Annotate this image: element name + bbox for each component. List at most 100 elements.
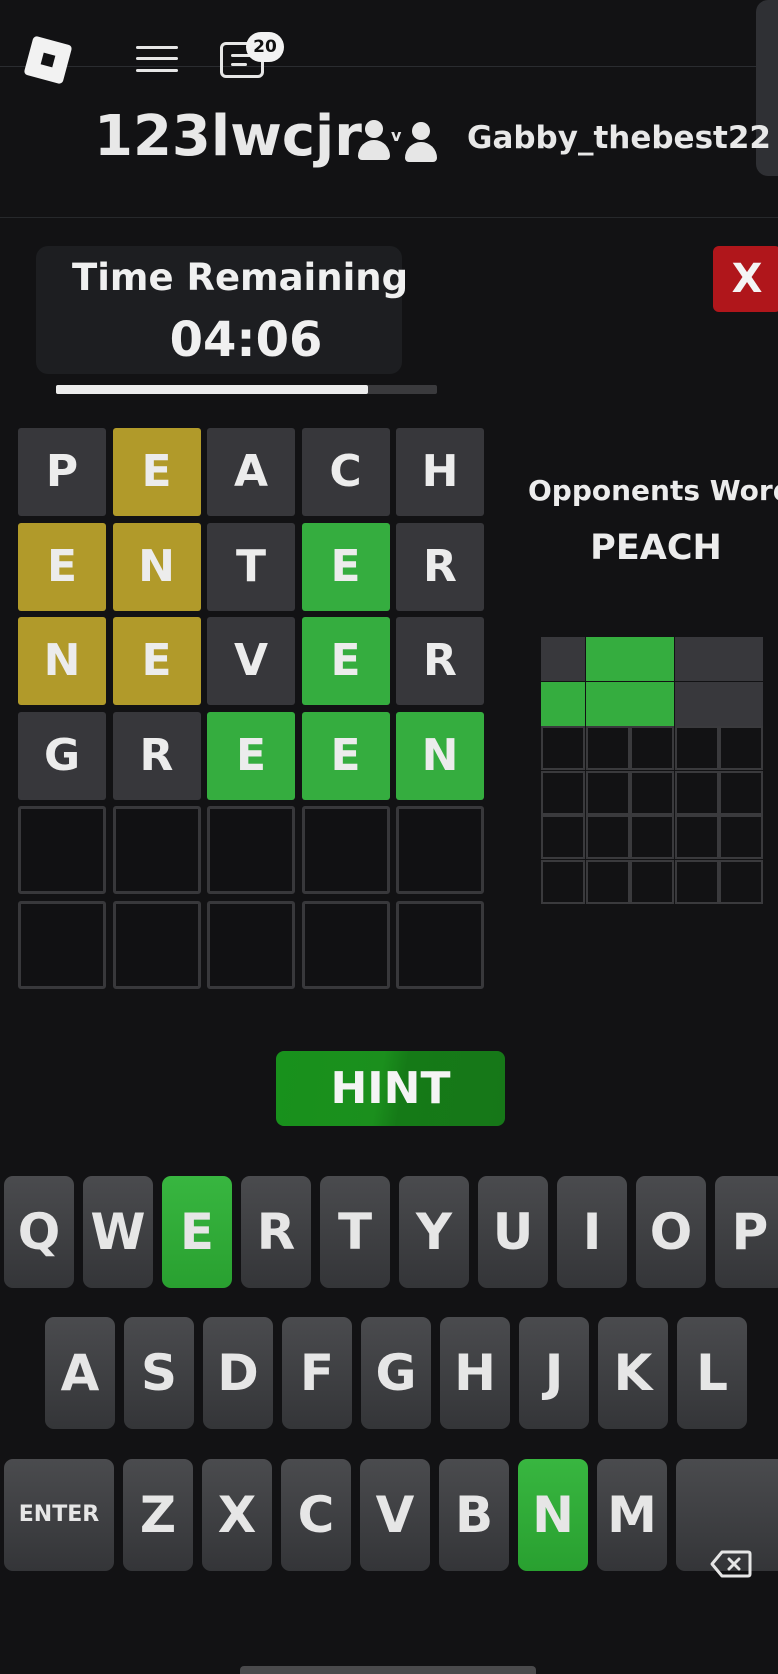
key-r[interactable]: R [241, 1176, 311, 1288]
opponent-grid-cell [674, 681, 719, 726]
key-g[interactable]: G [361, 1317, 431, 1429]
board-tile: N [112, 522, 201, 611]
key-l[interactable]: L [677, 1317, 747, 1429]
key-e[interactable]: E [162, 1176, 232, 1288]
board-tile: A [207, 428, 295, 516]
versus-icon: v [356, 116, 440, 168]
key-h[interactable]: H [440, 1317, 510, 1429]
opponent-grid-cell [630, 815, 674, 859]
board-tile: G [18, 711, 106, 800]
opponent-grid-cell [719, 726, 763, 770]
opponent-grid-cell [674, 815, 719, 859]
opponent-grid-cell [585, 681, 630, 726]
board-tile-empty [18, 806, 106, 894]
opponent-grid-cell [719, 637, 763, 681]
opponent-grid-cell [541, 770, 585, 815]
opponent-grid-cell [630, 859, 674, 904]
opponent-grid-cell [674, 859, 719, 904]
board-tile: V [207, 617, 295, 705]
opponent-grid-cell [585, 859, 630, 904]
key-v[interactable]: V [360, 1459, 430, 1571]
board-tile: H [396, 428, 484, 516]
opponent-grid-cell [719, 770, 763, 815]
board-tile: C [301, 428, 390, 516]
board-tile: R [396, 617, 484, 705]
opponent-grid-cell [585, 815, 630, 859]
board-tile: E [112, 617, 201, 705]
header-divider [0, 217, 778, 218]
backspace-key[interactable] [676, 1459, 778, 1577]
key-z[interactable]: Z [123, 1459, 193, 1571]
key-y[interactable]: Y [399, 1176, 469, 1288]
board-tile-empty [301, 806, 390, 894]
opponent-grid-cell [541, 859, 585, 904]
key-k[interactable]: K [598, 1317, 668, 1429]
board-tile-empty [18, 900, 106, 989]
opponent-grid-cell [585, 637, 630, 681]
key-p[interactable]: P [715, 1176, 778, 1288]
close-button[interactable]: X [713, 246, 778, 312]
home-indicator [240, 1666, 536, 1674]
key-i[interactable]: I [557, 1176, 627, 1288]
board-tile: T [207, 522, 295, 611]
key-c[interactable]: C [281, 1459, 351, 1571]
opponent-grid-cell [541, 681, 585, 726]
board-tile-empty [396, 806, 484, 894]
topbar-divider [0, 66, 760, 67]
board-tile-empty [396, 900, 484, 989]
board-tile: P [18, 428, 106, 516]
hint-button[interactable]: HINT [276, 1051, 505, 1126]
board-tile: E [112, 428, 201, 516]
opponent-grid-cell [719, 859, 763, 904]
opponent-grid-cell [674, 637, 719, 681]
key-f[interactable]: F [282, 1317, 352, 1429]
board-tile: E [301, 617, 390, 705]
timer-progress-fill [56, 385, 369, 394]
board-tile: E [301, 522, 390, 611]
opponent-grid-cell [674, 770, 719, 815]
board-tile: E [207, 711, 295, 800]
key-s[interactable]: S [124, 1317, 194, 1429]
player-two-name: Gabby_thebest22 [467, 120, 771, 156]
key-a[interactable]: A [45, 1317, 115, 1429]
roblox-logo-icon[interactable] [23, 35, 73, 85]
timer-progress-bar [56, 385, 437, 394]
opponent-grid-cell [719, 681, 763, 726]
board-tile-empty [301, 900, 390, 989]
backspace-icon [710, 1505, 752, 1577]
key-w[interactable]: W [83, 1176, 153, 1288]
player-one-name: 123lwcjr [94, 104, 362, 169]
chat-badge: 20 [246, 32, 284, 62]
board-tile-empty [112, 806, 201, 894]
opponent-grid-cell [630, 637, 674, 681]
key-m[interactable]: M [597, 1459, 667, 1571]
opponent-grid-cell [541, 637, 585, 681]
board-tile: R [112, 711, 201, 800]
key-q[interactable]: Q [4, 1176, 74, 1288]
board-tile-empty [207, 900, 295, 989]
key-x[interactable]: X [202, 1459, 272, 1571]
opponent-grid-cell [674, 726, 719, 770]
board-tile: E [18, 522, 106, 611]
key-b[interactable]: B [439, 1459, 509, 1571]
opponent-grid-cell [585, 770, 630, 815]
opponent-word-label: Opponents Word: [528, 474, 778, 507]
timer-label: Time Remaining [72, 256, 409, 299]
opponent-word: PEACH [590, 528, 722, 568]
key-j[interactable]: J [519, 1317, 589, 1429]
key-o[interactable]: O [636, 1176, 706, 1288]
menu-icon[interactable] [136, 44, 178, 74]
board-tile-empty [207, 806, 295, 894]
key-d[interactable]: D [203, 1317, 273, 1429]
timer-value: 04:06 [169, 312, 323, 368]
key-t[interactable]: T [320, 1176, 390, 1288]
opponent-grid-cell [630, 770, 674, 815]
board-tile: E [301, 711, 390, 800]
board-tile: N [18, 617, 106, 705]
key-u[interactable]: U [478, 1176, 548, 1288]
key-n[interactable]: N [518, 1459, 588, 1571]
opponent-grid-cell [585, 726, 630, 770]
opponent-grid-cell [630, 681, 674, 726]
key-enter[interactable]: ENTER [4, 1459, 114, 1571]
opponent-grid-cell [719, 815, 763, 859]
